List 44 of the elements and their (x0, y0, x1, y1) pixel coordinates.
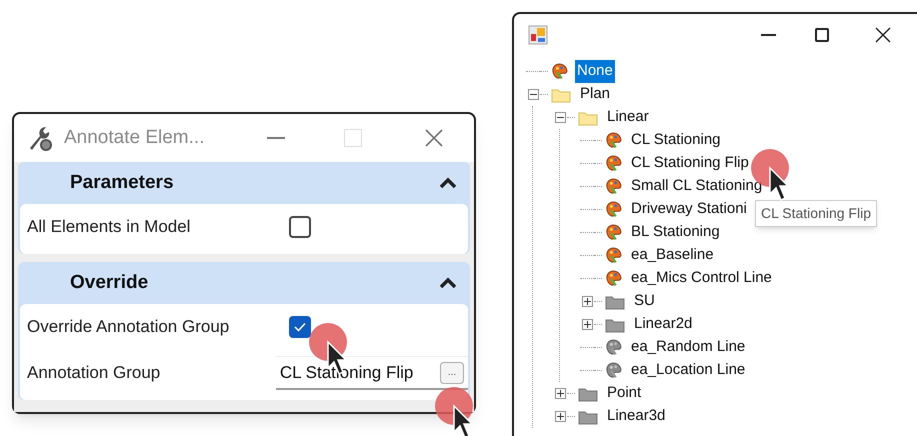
section-title: Parameters (70, 170, 174, 195)
close-icon[interactable] (875, 27, 891, 43)
chevron-up-icon[interactable] (438, 176, 458, 190)
folder-icon (578, 386, 598, 402)
folder-icon (551, 86, 571, 102)
field-label: Annotation Group (27, 362, 162, 384)
field-label: All Elements in Model (27, 216, 192, 238)
tree-item[interactable]: Linear3d (605, 405, 668, 428)
expand-toggle[interactable] (554, 411, 566, 422)
tree-item[interactable]: CL Stationing (629, 129, 723, 152)
tree-item[interactable]: Linear2d (632, 313, 694, 336)
browse-button[interactable]: ... (440, 362, 464, 384)
tree-item[interactable]: ea_Random Line (629, 336, 748, 359)
folder-icon (578, 408, 598, 424)
checkbox[interactable] (289, 216, 311, 238)
expand-toggle[interactable] (582, 296, 592, 307)
tree-item[interactable]: ea_Location Line (629, 359, 748, 382)
collapse-toggle[interactable] (554, 112, 566, 123)
tree-item[interactable]: CL Stationing Flip (629, 152, 751, 175)
folder-icon (578, 110, 598, 126)
tree-item[interactable]: None (575, 60, 615, 83)
tree-item[interactable]: Plan (578, 83, 612, 106)
section-title: Override (70, 270, 148, 295)
collapse-toggle[interactable] (528, 89, 538, 100)
folder-icon (605, 294, 625, 310)
folder-icon (605, 316, 625, 332)
app-icon (528, 25, 548, 45)
check-icon (294, 322, 306, 332)
tree-item[interactable]: Linear (605, 106, 651, 129)
tree-item[interactable]: ea_Mics Control Line (629, 267, 774, 290)
expand-toggle[interactable] (554, 388, 566, 399)
checkbox[interactable] (289, 316, 311, 338)
maximize-button[interactable] (815, 28, 829, 42)
field-label: Override Annotation Group (27, 316, 230, 338)
tree-item[interactable]: BL Stationing (629, 221, 722, 244)
tree-item[interactable]: Driveway Stationi (629, 198, 749, 221)
tooltip: CL Stationing Flip (755, 200, 877, 227)
tree-item[interactable]: SU (632, 290, 657, 313)
tree-item[interactable]: Point (605, 382, 644, 405)
window-title: Annotate Elem... (64, 126, 204, 150)
tree-item[interactable]: Small CL Stationing (629, 175, 764, 198)
chevron-up-icon[interactable] (438, 276, 458, 290)
expand-toggle[interactable] (582, 319, 592, 330)
tree-item[interactable]: ea_Baseline (629, 244, 716, 267)
